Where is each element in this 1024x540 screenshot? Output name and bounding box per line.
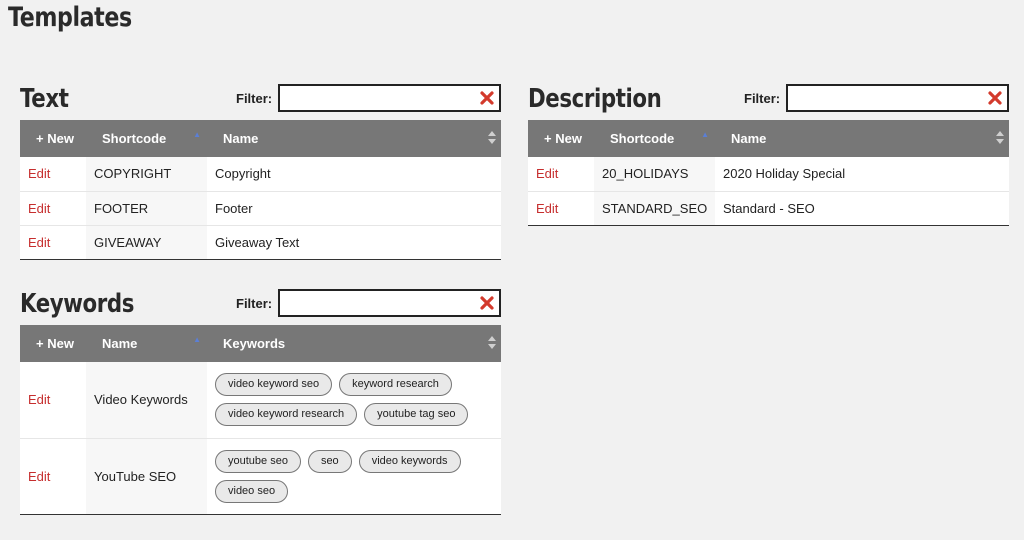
description-panel: Description Filter: + New Shortcode ▲ Na… [528,84,1009,226]
keyword-tag[interactable]: youtube seo [215,449,301,473]
page-title: Templates [8,2,132,33]
edit-link[interactable]: Edit [536,166,558,181]
name-cell: YouTube SEO [86,438,207,514]
text-filter-input[interactable] [280,86,499,110]
shortcode-column-label: Shortcode [102,131,167,146]
keywords-panel-header: Keywords Filter: [20,289,501,325]
shortcode-cell: FOOTER [86,191,207,225]
keywords-column-header[interactable]: Keywords [207,325,501,362]
table-row: Edit COPYRIGHT Copyright [20,157,501,191]
edit-link[interactable]: Edit [28,469,50,484]
text-table: + New Shortcode ▲ Name Edit COPYRIGHT Co… [20,120,501,260]
text-panel: Text Filter: + New Shortcode ▲ Name Edit… [20,84,501,260]
shortcode-cell: GIVEAWAY [86,225,207,259]
keywords-table: + New Name ▲ Keywords Edit Video Keyword… [20,325,501,515]
sort-icon [488,336,496,350]
description-table-header: + New Shortcode ▲ Name [528,120,1009,157]
keywords-table-header: + New Name ▲ Keywords [20,325,501,362]
name-cell: 2020 Holiday Special [715,157,1009,191]
new-description-button[interactable]: + New [528,120,594,157]
name-cell: Video Keywords [86,362,207,438]
name-column-header[interactable]: Name [207,120,501,157]
clear-filter-icon[interactable] [479,295,495,311]
text-panel-title: Text [20,84,69,114]
edit-link[interactable]: Edit [28,201,50,216]
keyword-tag[interactable]: video keyword seo [215,373,333,397]
text-panel-header: Text Filter: [20,84,501,120]
description-panel-header: Description Filter: [528,84,1009,120]
description-filter-input[interactable] [788,86,1007,110]
keyword-tag[interactable]: video keyword research [215,403,358,427]
description-filter-box [786,84,1009,112]
table-row: Edit FOOTER Footer [20,191,501,225]
edit-link[interactable]: Edit [28,166,50,181]
description-filter-label: Filter: [744,91,781,106]
keyword-tags: video keyword seo keyword research video… [215,367,501,432]
new-text-button[interactable]: + New [20,120,86,157]
keywords-filter-label: Filter: [236,296,273,311]
keyword-tag[interactable]: keyword research [339,373,452,397]
edit-link[interactable]: Edit [28,235,50,250]
name-cell: Giveaway Text [207,225,501,259]
sort-ascending-icon: ▲ [193,335,201,344]
name-column-header[interactable]: Name ▲ [86,325,207,362]
clear-filter-icon[interactable] [479,90,495,106]
table-row: Edit GIVEAWAY Giveaway Text [20,225,501,259]
description-panel-title: Description [528,84,662,114]
keywords-column-label: Keywords [223,336,286,351]
keyword-tag[interactable]: video seo [215,479,289,503]
name-column-label: Name [223,131,259,146]
edit-link[interactable]: Edit [28,392,50,407]
keyword-tag[interactable]: youtube tag seo [364,403,469,427]
text-table-header: + New Shortcode ▲ Name [20,120,501,157]
sort-ascending-icon: ▲ [193,130,201,139]
text-filter-label: Filter: [236,91,273,106]
shortcode-column-label: Shortcode [610,131,675,146]
name-column-label: Name [731,131,767,146]
name-cell: Copyright [207,157,501,191]
sort-icon [488,131,496,145]
description-table: + New Shortcode ▲ Name Edit 20_HOLIDAYS … [528,120,1009,226]
keywords-panel: Keywords Filter: + New Name ▲ Keywords E… [20,289,501,515]
table-row: Edit Video Keywords video keyword seo ke… [20,362,501,438]
table-row: Edit 20_HOLIDAYS 2020 Holiday Special [528,157,1009,191]
clear-filter-icon[interactable] [987,90,1003,106]
edit-link[interactable]: Edit [536,201,558,216]
sort-icon [996,131,1004,145]
keyword-tag[interactable]: seo [307,449,352,473]
keywords-panel-title: Keywords [20,289,135,319]
keyword-tag[interactable]: video keywords [358,449,461,473]
shortcode-cell: STANDARD_SEO [594,191,715,225]
sort-ascending-icon: ▲ [701,130,709,139]
name-cell: Footer [207,191,501,225]
text-filter-box [278,84,501,112]
shortcode-column-header[interactable]: Shortcode ▲ [594,120,715,157]
name-column-header[interactable]: Name [715,120,1009,157]
name-cell: Standard - SEO [715,191,1009,225]
keywords-filter-box [278,289,501,317]
keyword-tags: youtube seo seo video keywords video seo [215,444,501,509]
new-keywords-button[interactable]: + New [20,325,86,362]
name-column-label: Name [102,336,138,351]
keywords-filter-input[interactable] [280,291,499,315]
shortcode-column-header[interactable]: Shortcode ▲ [86,120,207,157]
shortcode-cell: 20_HOLIDAYS [594,157,715,191]
shortcode-cell: COPYRIGHT [86,157,207,191]
table-row: Edit STANDARD_SEO Standard - SEO [528,191,1009,225]
table-row: Edit YouTube SEO youtube seo seo video k… [20,438,501,514]
